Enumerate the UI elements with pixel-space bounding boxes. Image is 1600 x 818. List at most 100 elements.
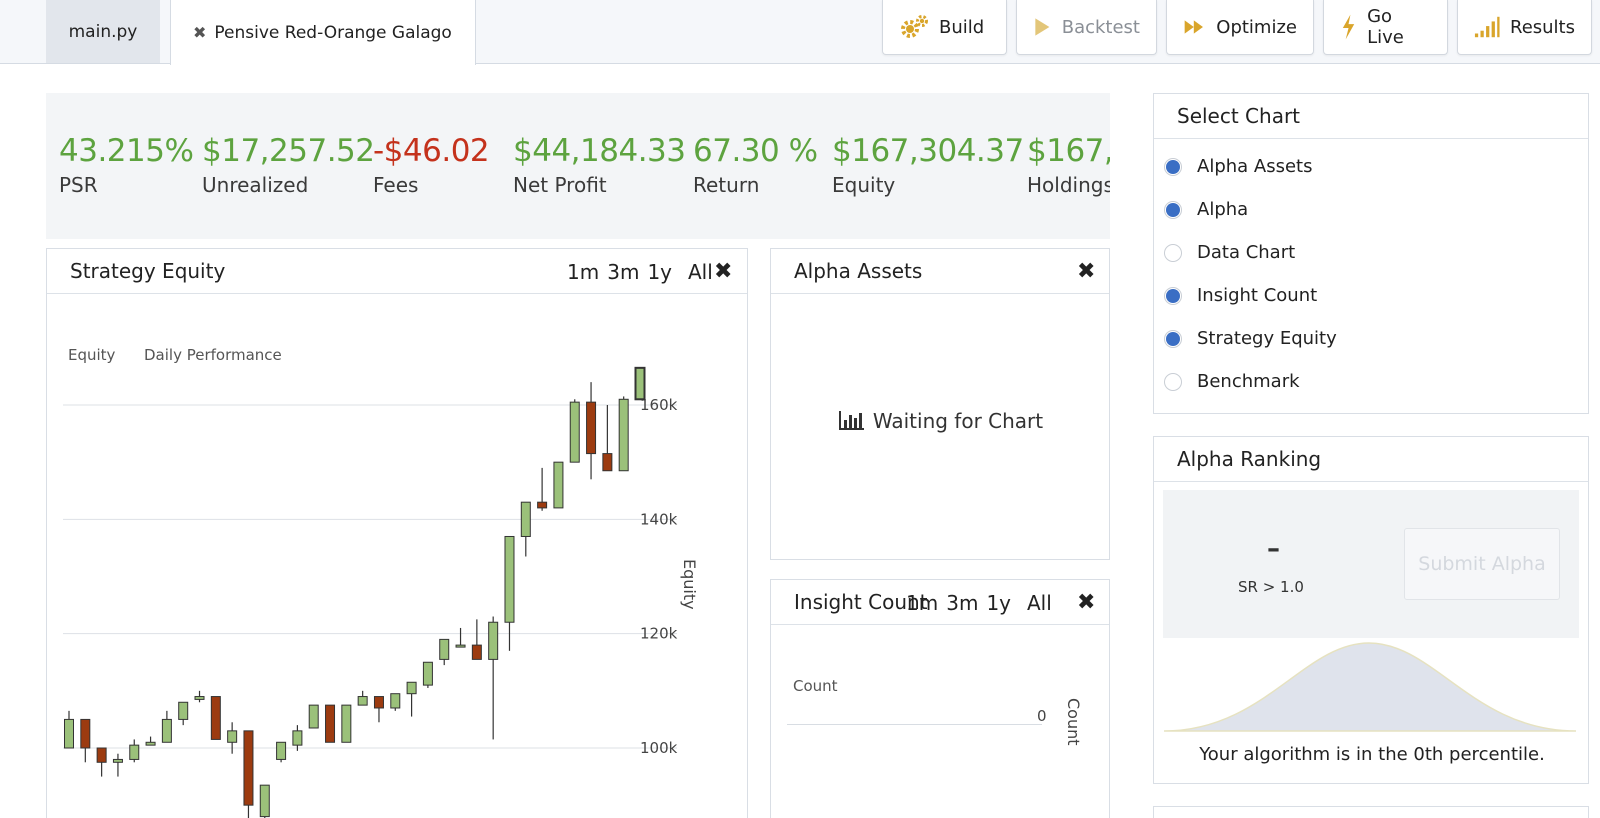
- candle-up[interactable]: [357, 696, 368, 706]
- stat-value: 67.30 %: [693, 133, 818, 169]
- equity-candlestick-chart: 100k 120k 140k 160k: [63, 366, 678, 818]
- optimize-button[interactable]: Optimize: [1166, 0, 1314, 55]
- range-1m[interactable]: 1m: [906, 591, 938, 615]
- candle-up[interactable]: [520, 501, 531, 537]
- candle-down[interactable]: [325, 704, 336, 743]
- candle-up[interactable]: [129, 744, 140, 760]
- radio-checked-icon[interactable]: [1164, 157, 1182, 176]
- candle-up[interactable]: [64, 718, 74, 749]
- candle-down[interactable]: [537, 501, 548, 509]
- candle-up[interactable]: [618, 398, 629, 472]
- select-chart-item-alpha-assets[interactable]: Alpha Assets: [1164, 156, 1312, 177]
- panel-title: Strategy Equity: [70, 259, 226, 283]
- candle-up[interactable]: [112, 758, 123, 763]
- close-tab-icon[interactable]: ✖: [193, 23, 206, 42]
- fast-forward-icon: [1184, 20, 1203, 34]
- stat-net-profit: $44,184.33 Net Profit: [513, 133, 686, 197]
- stat-label: Equity: [832, 173, 896, 197]
- range-selector: 1m 3m 1y All: [567, 249, 721, 294]
- percentile-text: Your algorithm is in the 0th percentile.: [1199, 744, 1545, 765]
- tab-main-py[interactable]: main.py: [46, 0, 160, 63]
- candle-down[interactable]: [80, 718, 91, 749]
- candle-up[interactable]: [308, 704, 319, 729]
- candle-up[interactable]: [439, 638, 450, 660]
- y-tick-label: 140k: [640, 510, 678, 528]
- range-3m[interactable]: 3m: [946, 591, 978, 615]
- select-chart-item-benchmark[interactable]: Benchmark: [1164, 371, 1300, 392]
- build-label: Build: [939, 16, 985, 38]
- candle-down[interactable]: [471, 644, 482, 660]
- backtest-button[interactable]: Backtest: [1016, 0, 1157, 55]
- candle-up[interactable]: [194, 696, 205, 700]
- go-live-button[interactable]: Go Live: [1323, 0, 1448, 55]
- tab-project-label: Pensive Red-Orange Galago: [214, 22, 452, 43]
- stat-value: $167,7: [1027, 133, 1110, 169]
- candle-up[interactable]: [145, 741, 156, 746]
- stat-value: 43.215%: [59, 133, 194, 169]
- range-1m[interactable]: 1m: [567, 260, 599, 284]
- ranking-summary: – SR > 1.0 Submit Alpha: [1163, 490, 1579, 638]
- range-all[interactable]: All: [688, 260, 713, 284]
- go-live-label: Go Live: [1367, 6, 1404, 48]
- stat-equity: $167,304.37 Equity: [832, 133, 1024, 197]
- select-chart-item-label: Benchmark: [1197, 371, 1300, 392]
- stat-value: $17,257.52: [202, 133, 375, 169]
- alpha-assets-panel: Alpha Assets ✖ Waiting for Chart: [770, 248, 1110, 560]
- candle-up[interactable]: [634, 366, 646, 401]
- select-chart-item-insight-count[interactable]: Insight Count: [1164, 285, 1317, 306]
- signal-bars-icon: [1474, 16, 1500, 38]
- select-chart-item-strategy-equity[interactable]: Strategy Equity: [1164, 328, 1337, 349]
- candle-up[interactable]: [178, 701, 189, 720]
- candle-up[interactable]: [553, 461, 564, 509]
- candle-down[interactable]: [602, 453, 613, 472]
- candle-up[interactable]: [390, 693, 401, 709]
- range-3m[interactable]: 3m: [607, 260, 639, 284]
- candle-up[interactable]: [455, 644, 466, 648]
- panel-header: Alpha Ranking: [1154, 437, 1588, 482]
- candle-down[interactable]: [243, 730, 254, 806]
- select-chart-item-label: Insight Count: [1197, 285, 1318, 306]
- panel-header: Insight Count 1m 3m 1y All ✖: [771, 580, 1109, 625]
- select-chart-panel: Select Chart Alpha Assets Alpha Data Cha…: [1153, 93, 1589, 414]
- candle-up[interactable]: [161, 718, 172, 743]
- panel-header: Strategy Equity 1m 3m 1y All ✖: [47, 249, 747, 294]
- results-label: Results: [1510, 16, 1575, 38]
- candle-down[interactable]: [96, 747, 107, 763]
- candle-down[interactable]: [586, 401, 597, 455]
- radio-checked-icon[interactable]: [1164, 200, 1182, 219]
- tab-project[interactable]: ✖ Pensive Red-Orange Galago: [170, 0, 476, 65]
- radio-checked-icon[interactable]: [1164, 329, 1182, 348]
- y-tick-label: 160k: [640, 396, 678, 414]
- radio-unchecked-icon[interactable]: [1164, 243, 1182, 262]
- select-chart-item-data-chart[interactable]: Data Chart: [1164, 242, 1295, 263]
- candle-up[interactable]: [259, 784, 270, 818]
- candle-up[interactable]: [276, 741, 287, 760]
- candle-up[interactable]: [227, 730, 238, 743]
- candle-up[interactable]: [488, 621, 499, 660]
- candle-up[interactable]: [569, 401, 580, 463]
- range-all[interactable]: All: [1027, 591, 1052, 615]
- candle-up[interactable]: [504, 535, 515, 623]
- candle-up[interactable]: [292, 730, 303, 746]
- candle-up[interactable]: [341, 704, 352, 743]
- results-button[interactable]: Results: [1457, 0, 1592, 55]
- percentile-distribution-curve: [1163, 642, 1577, 732]
- candle-down[interactable]: [373, 696, 384, 709]
- candle-up[interactable]: [422, 661, 433, 686]
- legend-count[interactable]: Count: [793, 677, 838, 695]
- candle-down[interactable]: [210, 696, 221, 740]
- submit-alpha-button[interactable]: Submit Alpha: [1404, 528, 1560, 600]
- range-1y[interactable]: 1y: [647, 260, 672, 284]
- close-icon[interactable]: ✖: [1077, 259, 1095, 284]
- select-chart-item-alpha[interactable]: Alpha: [1164, 199, 1248, 220]
- close-icon[interactable]: ✖: [714, 259, 732, 284]
- stat-value: -$46.02: [373, 133, 490, 169]
- ranking-value: –: [1267, 534, 1280, 564]
- radio-unchecked-icon[interactable]: [1164, 372, 1182, 391]
- radio-checked-icon[interactable]: [1164, 286, 1182, 305]
- build-button[interactable]: Build: [882, 0, 1007, 55]
- bar-chart-icon: [838, 411, 864, 430]
- range-1y[interactable]: 1y: [986, 591, 1011, 615]
- close-icon[interactable]: ✖: [1077, 590, 1095, 615]
- candle-up[interactable]: [406, 681, 417, 695]
